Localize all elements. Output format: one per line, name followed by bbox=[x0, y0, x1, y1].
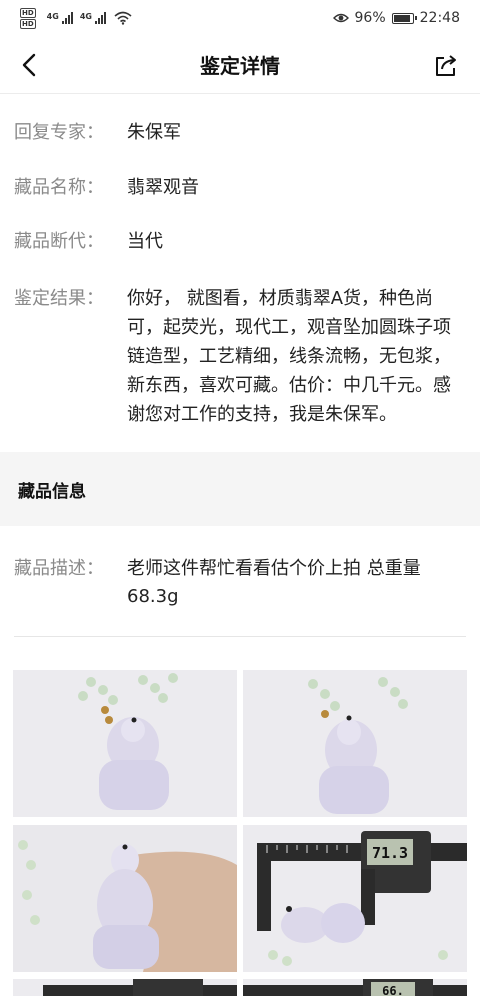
description-value: 老师这件帮忙看看估个价上拍 总重量68.3g bbox=[127, 558, 421, 607]
caliper-measurement-photo: 66. bbox=[243, 979, 467, 996]
divider bbox=[14, 636, 466, 637]
item-photo-4[interactable]: 71.3 bbox=[243, 825, 467, 972]
share-icon[interactable] bbox=[432, 52, 460, 80]
status-bar: HD HD 4G 4G 96% 22:48 bbox=[0, 0, 480, 36]
nav-bar: 鉴定详情 bbox=[0, 36, 480, 94]
description-label: 藏品描述： bbox=[14, 558, 104, 579]
dating-value: 当代 bbox=[127, 231, 163, 252]
network-type: 4G bbox=[46, 11, 59, 21]
eye-comfort-icon bbox=[332, 13, 349, 23]
detail-row-dating: 藏品断代： 当代 bbox=[14, 229, 464, 255]
item-photo-1[interactable] bbox=[13, 670, 237, 817]
item-photo-5[interactable] bbox=[13, 979, 237, 996]
expert-value: 朱保军 bbox=[127, 122, 181, 143]
hd-badge: HD bbox=[20, 7, 36, 18]
signal-indicators: HD HD 4G 4G bbox=[20, 7, 132, 29]
detail-row-expert: 回复专家： 朱保军 bbox=[14, 120, 464, 146]
result-value: 你好， 就图看，材质翡翠A货，种色尚可，起荧光，现代工，观音坠加圆珠子项链造型，… bbox=[127, 288, 451, 425]
caliper-reading: 66. bbox=[382, 984, 404, 996]
hd-badge: HD bbox=[20, 18, 36, 29]
item-name-value: 翡翠观音 bbox=[127, 177, 199, 198]
signal-icon bbox=[61, 12, 73, 24]
detail-row-result: 鉴定结果： 你好， 就图看，材质翡翠A货，种色尚可，起荧光，现代工，观音坠加圆珠… bbox=[14, 284, 464, 429]
section-header-collection-info: 藏品信息 bbox=[0, 452, 480, 526]
caliper-reading: 71.3 bbox=[372, 844, 408, 862]
jade-pendant-in-hand-photo bbox=[13, 825, 237, 972]
expert-label: 回复专家： bbox=[14, 122, 104, 143]
signal-icon bbox=[94, 12, 106, 24]
item-photo-2[interactable] bbox=[243, 670, 467, 817]
network-type: 4G bbox=[79, 11, 92, 21]
result-label: 鉴定结果： bbox=[14, 288, 104, 309]
battery-icon bbox=[391, 12, 417, 24]
item-photo-6[interactable]: 66. bbox=[243, 979, 467, 996]
caliper-measurement-photo bbox=[13, 979, 237, 996]
dating-label: 藏品断代： bbox=[14, 231, 104, 252]
battery-percent: 96% bbox=[354, 10, 386, 26]
jade-pendant-photo bbox=[243, 670, 467, 817]
jade-pendant-photo bbox=[13, 670, 237, 817]
caliper-measurement-photo: 71.3 bbox=[243, 825, 467, 972]
wifi-icon bbox=[114, 11, 132, 25]
back-icon[interactable] bbox=[18, 52, 44, 78]
section-title: 藏品信息 bbox=[18, 481, 86, 502]
detail-row-item-name: 藏品名称： 翡翠观音 bbox=[14, 175, 464, 201]
page-title: 鉴定详情 bbox=[200, 54, 280, 78]
item-photo-3[interactable] bbox=[13, 825, 237, 972]
item-name-label: 藏品名称： bbox=[14, 177, 104, 198]
clock: 22:48 bbox=[419, 10, 460, 26]
detail-row-description: 藏品描述： 老师这件帮忙看看估个价上拍 总重量68.3g bbox=[14, 555, 464, 611]
